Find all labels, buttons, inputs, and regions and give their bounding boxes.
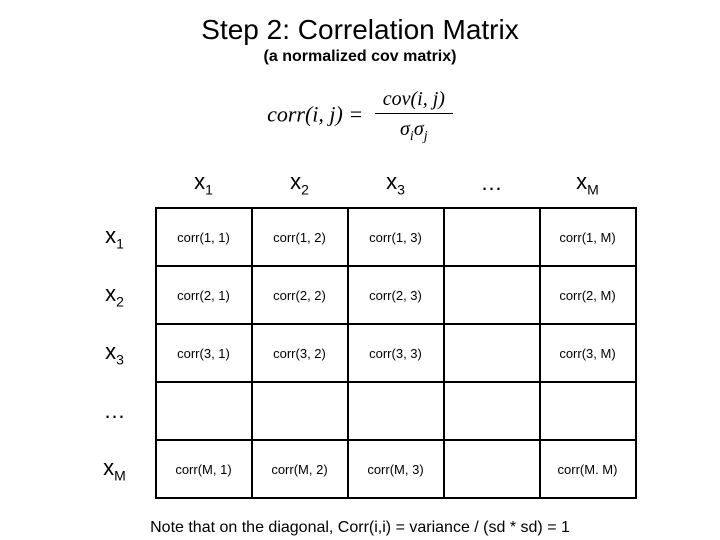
row-xM-base: x [103, 455, 114, 480]
cell-5-2: corr(M, 2) [252, 440, 348, 498]
row-x2-base: x [105, 281, 116, 306]
col-header-ellipsis: … [444, 163, 540, 208]
cell-3-1: corr(3, 1) [156, 324, 252, 382]
table-row: … [84, 382, 636, 440]
cell-3-2: corr(3, 2) [252, 324, 348, 382]
cell-1-2: corr(1, 2) [252, 208, 348, 266]
cell-1-1: corr(1, 1) [156, 208, 252, 266]
col-header-x3: x3 [348, 163, 444, 208]
sigma-i: σ [400, 118, 410, 140]
col-x2-base: x [290, 169, 301, 194]
slide: Step 2: Correlation Matrix (a normalized… [0, 0, 720, 540]
row-header-x3: x3 [84, 324, 156, 382]
row-x1-sub: 1 [116, 236, 124, 252]
col-x3-base: x [386, 169, 397, 194]
cell-2-1: corr(2, 1) [156, 266, 252, 324]
column-header-row: x1 x2 x3 … xM [84, 163, 636, 208]
col-xM-base: x [576, 169, 587, 194]
row-header-x2: x2 [84, 266, 156, 324]
table-row: x1 corr(1, 1) corr(1, 2) corr(1, 3) corr… [84, 208, 636, 266]
table-row: xM corr(M, 1) corr(M, 2) corr(M, 3) corr… [84, 440, 636, 498]
row-header-ellipsis: … [84, 382, 156, 440]
cell-4-1 [156, 382, 252, 440]
col-x3-sub: 3 [397, 181, 405, 197]
row-header-xM: xM [84, 440, 156, 498]
formula-numerator: cov(i, j) [375, 88, 453, 114]
cell-5-5: corr(M. M) [540, 440, 636, 498]
row-x3-sub: 3 [116, 352, 124, 368]
cell-2-5: corr(2, M) [540, 266, 636, 324]
col-header-xM: xM [540, 163, 636, 208]
cell-2-3: corr(2, 3) [348, 266, 444, 324]
col-x1-sub: 1 [205, 181, 213, 197]
cell-3-3: corr(3, 3) [348, 324, 444, 382]
row-header-x1: x1 [84, 208, 156, 266]
cell-1-3: corr(1, 3) [348, 208, 444, 266]
corner-empty [84, 163, 156, 208]
page-subtitle: (a normalized cov matrix) [0, 48, 720, 66]
cell-3-4 [444, 324, 540, 382]
row-xM-sub: M [114, 468, 126, 484]
formula-fraction: cov(i, j) σiσj [375, 88, 453, 145]
correlation-formula: corr(i, j) = cov(i, j) σiσj [0, 88, 720, 145]
cell-5-4 [444, 440, 540, 498]
cell-4-4 [444, 382, 540, 440]
cell-5-3: corr(M, 3) [348, 440, 444, 498]
cell-4-5 [540, 382, 636, 440]
sigma-j: σ [414, 118, 424, 140]
correlation-matrix-table: x1 x2 x3 … xM x1 corr(1, 1) corr(1, 2) c… [84, 163, 637, 499]
col-header-x2: x2 [252, 163, 348, 208]
sigma-j-sub: j [424, 129, 428, 144]
cell-1-5: corr(1, M) [540, 208, 636, 266]
col-x2-sub: 2 [301, 181, 309, 197]
col-xM-sub: M [587, 181, 599, 197]
table-row: x2 corr(2, 1) corr(2, 2) corr(2, 3) corr… [84, 266, 636, 324]
row-x3-base: x [105, 339, 116, 364]
cell-1-4 [444, 208, 540, 266]
cell-5-1: corr(M, 1) [156, 440, 252, 498]
cell-2-4 [444, 266, 540, 324]
row-x2-sub: 2 [116, 294, 124, 310]
cell-4-3 [348, 382, 444, 440]
cell-3-5: corr(3, M) [540, 324, 636, 382]
formula-denominator: σiσj [375, 114, 453, 145]
matrix-container: x1 x2 x3 … xM x1 corr(1, 1) corr(1, 2) c… [80, 163, 640, 499]
table-row: x3 corr(3, 1) corr(3, 2) corr(3, 3) corr… [84, 324, 636, 382]
cell-4-2 [252, 382, 348, 440]
page-title: Step 2: Correlation Matrix [0, 0, 720, 46]
footer-note: Note that on the diagonal, Corr(i,i) = v… [0, 519, 720, 537]
formula-lhs: corr(i, j) = [267, 102, 363, 127]
row-x1-base: x [105, 223, 116, 248]
cell-2-2: corr(2, 2) [252, 266, 348, 324]
col-x1-base: x [194, 169, 205, 194]
col-header-x1: x1 [156, 163, 252, 208]
